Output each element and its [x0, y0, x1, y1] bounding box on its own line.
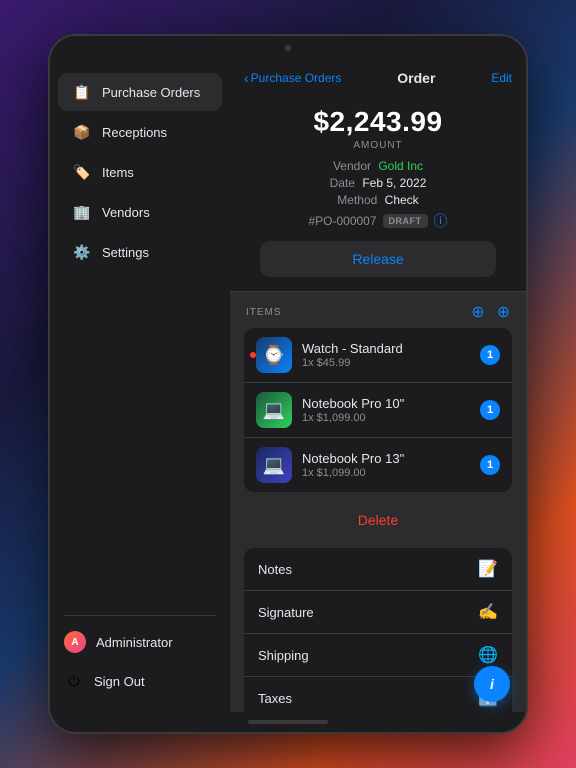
device-bottom-bar [50, 712, 526, 732]
draft-badge: DRAFT [383, 214, 428, 228]
sidebar-label-vendors: Vendors [102, 205, 150, 220]
vendor-label: Vendor [333, 159, 371, 173]
sidebar-user[interactable]: A Administrator [50, 622, 230, 662]
amount-label: AMOUNT [246, 140, 510, 151]
camera-dot [285, 45, 291, 51]
bottom-menu: Notes 📝 Signature ✍️ Shipping 🌐 Taxes ℹ️ [244, 548, 512, 712]
item-name: Notebook Pro 10" [302, 396, 470, 411]
date-value: Feb 5, 2022 [362, 176, 426, 190]
home-indicator [248, 720, 328, 724]
items-add-icon[interactable]: ⊕ [471, 302, 484, 322]
vendors-icon: 🏢 [72, 202, 92, 222]
item-badge: 1 [480, 400, 500, 420]
table-row[interactable]: ⌚ Watch - Standard 1x $45.99 1 [244, 328, 512, 383]
menu-label-shipping: Shipping [258, 648, 309, 663]
item-qty-price: 1x $1,099.00 [302, 467, 470, 479]
items-section-header: ITEMS ⊕ ⊕ [230, 292, 526, 328]
page-title: Order [397, 70, 435, 86]
sidebar-item-purchase-orders[interactable]: 📋 Purchase Orders [58, 73, 222, 111]
items-list: ⌚ Watch - Standard 1x $45.99 1 💻 Noteboo… [244, 328, 512, 492]
device-frame: 📋 Purchase Orders 📦 Receptions 🏷️ Items … [48, 34, 528, 734]
method-row: Method Check [246, 193, 510, 207]
menu-label-notes: Notes [258, 562, 292, 577]
menu-item-shipping[interactable]: Shipping 🌐 [244, 634, 512, 677]
chevron-left-icon: ‹ [244, 70, 249, 86]
back-button[interactable]: ‹ Purchase Orders [244, 70, 341, 86]
items-section-title: ITEMS [246, 307, 282, 318]
device-top-bar [50, 36, 526, 60]
order-meta: Vendor Gold Inc Date Feb 5, 2022 Method … [246, 159, 510, 207]
scroll-area: $2,243.99 AMOUNT Vendor Gold Inc Date Fe… [230, 94, 526, 712]
date-label: Date [330, 176, 355, 190]
fab-icon: i [490, 676, 494, 692]
item-info: Watch - Standard 1x $45.99 [302, 341, 470, 369]
signature-icon: ✍️ [478, 602, 498, 622]
laptop-blue-icon: 💻 [256, 392, 292, 428]
sidebar: 📋 Purchase Orders 📦 Receptions 🏷️ Items … [50, 60, 230, 712]
item-name: Notebook Pro 13" [302, 451, 470, 466]
sidebar-item-label: Purchase Orders [102, 85, 200, 100]
menu-item-notes[interactable]: Notes 📝 [244, 548, 512, 591]
item-info: Notebook Pro 10" 1x $1,099.00 [302, 396, 470, 424]
method-label: Method [337, 193, 377, 207]
sidebar-label-settings: Settings [102, 245, 149, 260]
watch-icon: ⌚ [256, 337, 292, 373]
release-button[interactable]: Release [260, 241, 496, 277]
menu-item-taxes[interactable]: Taxes ℹ️ [244, 677, 512, 712]
method-value: Check [385, 193, 419, 207]
edit-button[interactable]: Edit [491, 71, 512, 85]
sidebar-item-vendors[interactable]: 🏢 Vendors [58, 193, 222, 231]
item-dot [250, 352, 256, 358]
po-number: #PO-000007 [308, 214, 376, 228]
receptions-icon: 📦 [72, 122, 92, 142]
date-row: Date Feb 5, 2022 [246, 176, 510, 190]
table-row[interactable]: 💻 Notebook Pro 10" 1x $1,099.00 1 [244, 383, 512, 438]
nav-bar: ‹ Purchase Orders Order Edit [230, 60, 526, 94]
sidebar-item-items[interactable]: 🏷️ Items [58, 153, 222, 191]
purchase-orders-icon: 📋 [72, 82, 92, 102]
sidebar-label-receptions: Receptions [102, 125, 167, 140]
sidebar-label-items: Items [102, 165, 134, 180]
sidebar-item-settings[interactable]: ⚙️ Settings [58, 233, 222, 271]
item-qty-price: 1x $45.99 [302, 357, 470, 369]
fab-button[interactable]: i [474, 666, 510, 702]
items-icon: 🏷️ [72, 162, 92, 182]
sign-out-icon: ⏻ [64, 671, 84, 691]
main-content: ‹ Purchase Orders Order Edit $2,243.99 A… [230, 60, 526, 712]
vendor-value: Gold Inc [378, 159, 423, 173]
sign-out-label: Sign Out [94, 674, 145, 689]
order-amount: $2,243.99 [246, 106, 510, 138]
item-badge: 1 [480, 455, 500, 475]
back-label: Purchase Orders [251, 71, 342, 85]
settings-icon: ⚙️ [72, 242, 92, 262]
item-badge: 1 [480, 345, 500, 365]
menu-item-signature[interactable]: Signature ✍️ [244, 591, 512, 634]
po-row: #PO-000007 DRAFT ⓘ [246, 211, 510, 231]
table-row[interactable]: 💻 Notebook Pro 13" 1x $1,099.00 1 [244, 438, 512, 492]
sidebar-divider [64, 615, 216, 616]
item-name: Watch - Standard [302, 341, 470, 356]
vendor-row: Vendor Gold Inc [246, 159, 510, 173]
sidebar-item-receptions[interactable]: 📦 Receptions [58, 113, 222, 151]
info-icon[interactable]: ⓘ [434, 211, 448, 231]
items-section-icons: ⊕ ⊕ [471, 302, 510, 322]
menu-label-taxes: Taxes [258, 691, 292, 706]
notes-icon: 📝 [478, 559, 498, 579]
item-info: Notebook Pro 13" 1x $1,099.00 [302, 451, 470, 479]
sign-out-button[interactable]: ⏻ Sign Out [50, 662, 230, 700]
item-qty-price: 1x $1,099.00 [302, 412, 470, 424]
items-more-icon[interactable]: ⊕ [497, 302, 510, 322]
delete-button[interactable]: Delete [244, 502, 512, 538]
menu-label-signature: Signature [258, 605, 314, 620]
shipping-icon: 🌐 [478, 645, 498, 665]
avatar: A [64, 631, 86, 653]
order-header: $2,243.99 AMOUNT Vendor Gold Inc Date Fe… [230, 94, 526, 292]
laptop-dark-icon: 💻 [256, 447, 292, 483]
user-label: Administrator [96, 635, 173, 650]
